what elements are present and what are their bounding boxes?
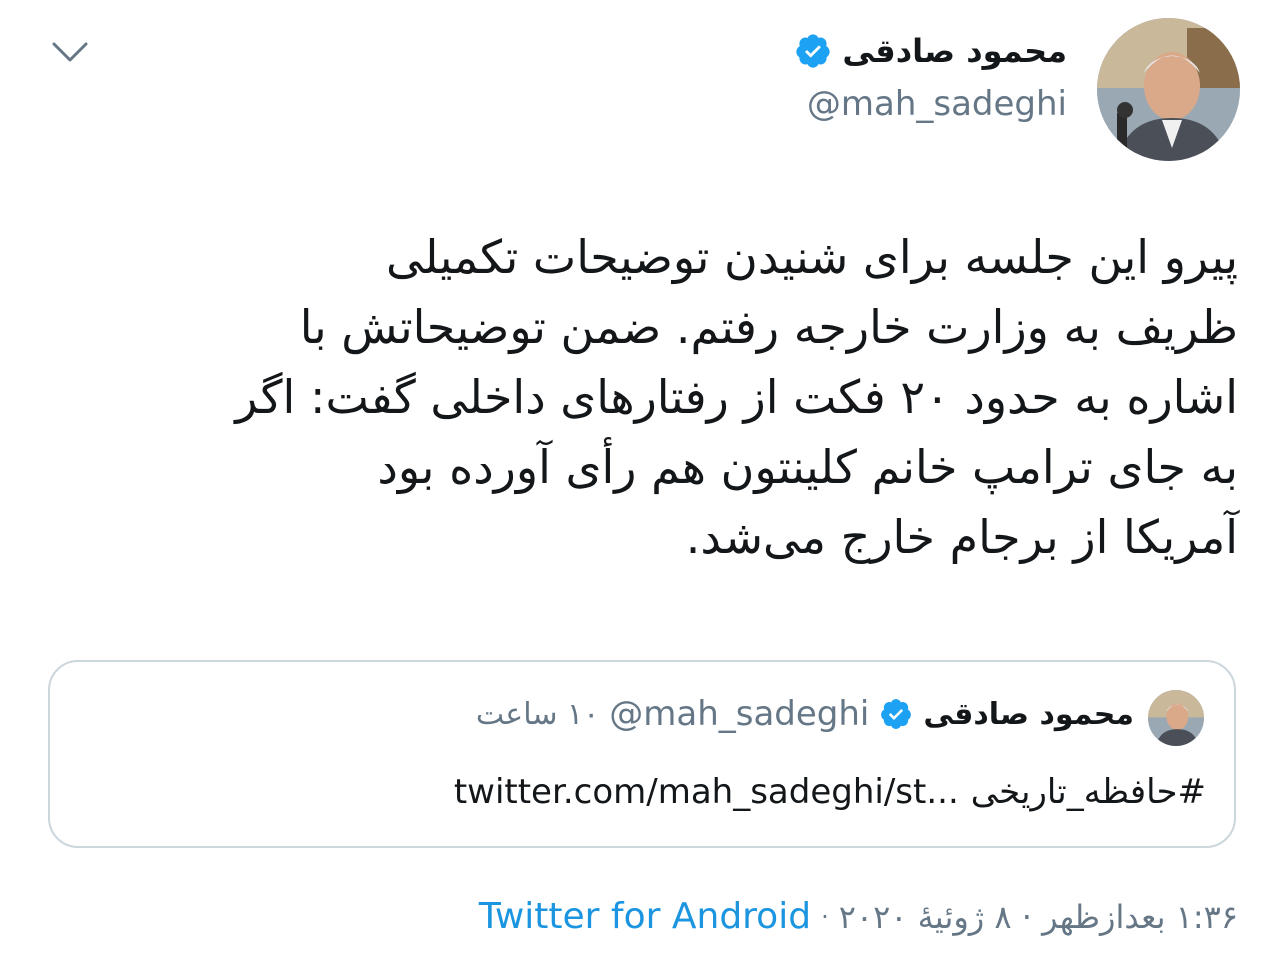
quoted-hashtag[interactable]: #حافظه_تاریخی bbox=[971, 772, 1206, 812]
user-handle[interactable]: @mah_sadeghi bbox=[794, 84, 1067, 124]
tweet-line: آمریکا از برجام خارج می‌شد. bbox=[685, 510, 1238, 564]
quoted-time: ۱۰ ساعت bbox=[475, 696, 600, 732]
display-name[interactable]: محمود صادقی bbox=[842, 32, 1067, 70]
tweet-meta: ۱:۳۶ بعدازظهر · ۸ ژوئیهٔ ۲۰۲۰ · Twitter … bbox=[479, 896, 1238, 937]
tweet-line: اشاره به حدود ۲۰ فکت از رفتارهای داخلی گ… bbox=[235, 370, 1238, 424]
quoted-tweet[interactable]: محمود صادقی @mah_sadeghi ۱۰ ساعت #حافظه_… bbox=[48, 660, 1236, 848]
tweet-source-link[interactable]: Twitter for Android bbox=[479, 896, 811, 937]
verified-badge-icon bbox=[881, 699, 912, 729]
quoted-display-name: محمود صادقی bbox=[923, 696, 1134, 732]
verified-badge-icon bbox=[796, 34, 830, 68]
quoted-handle: @mah_sadeghi bbox=[609, 694, 870, 734]
tweet-line: پیرو این جلسه برای شنیدن توضیحات تکمیلی bbox=[386, 230, 1238, 284]
quoted-avatar[interactable] bbox=[1148, 690, 1204, 746]
chevron-down-icon[interactable] bbox=[48, 30, 92, 74]
tweet-text: پیرو این جلسه برای شنیدن توضیحات تکمیلی … bbox=[38, 222, 1238, 572]
meta-separator: · bbox=[821, 902, 829, 931]
tweet-line: ظریف به وزارت خارجه رفتم. ضمن توضیحاتش ب… bbox=[299, 300, 1238, 354]
quoted-link[interactable]: twitter.com/mah_sadeghi/st... bbox=[454, 772, 959, 812]
avatar[interactable] bbox=[1097, 18, 1240, 161]
tweet-line: به جای ترامپ خانم کلینتون هم رأی آورده ب… bbox=[377, 440, 1238, 494]
tweet-timestamp[interactable]: ۱:۳۶ بعدازظهر · ۸ ژوئیهٔ ۲۰۲۰ bbox=[839, 898, 1238, 936]
